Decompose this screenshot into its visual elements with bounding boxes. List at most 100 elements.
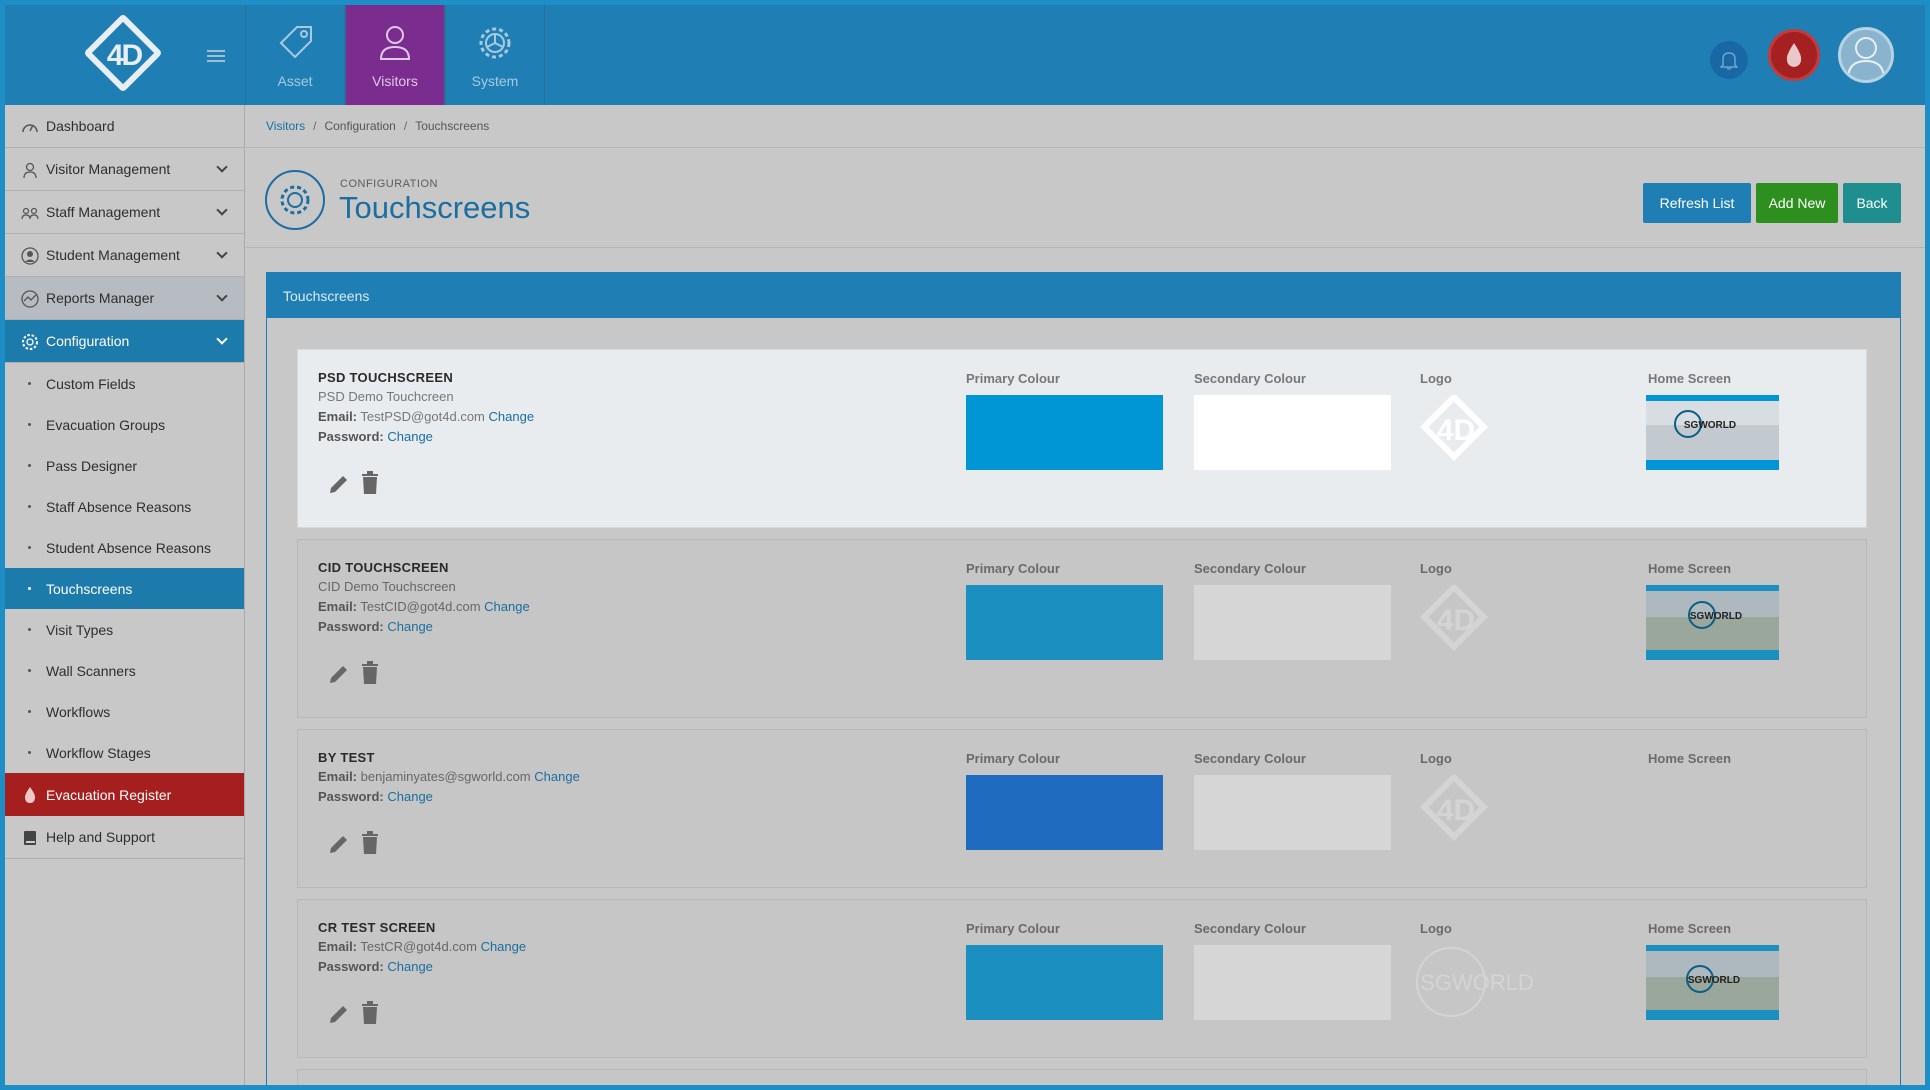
sidebar-item-configuration[interactable]: Configuration <box>5 320 244 363</box>
logo[interactable]: 4D <box>5 5 245 105</box>
home-screen-label: Home Screen <box>1648 921 1732 936</box>
delete-trash-icon[interactable] <box>360 831 380 855</box>
refresh-list-button[interactable]: Refresh List <box>1643 183 1751 223</box>
notifications-button[interactable] <box>1710 41 1748 79</box>
sidebar-item-evacuation-register[interactable]: Evacuation Register <box>5 773 244 816</box>
touchscreen-card[interactable]: CR TEST SCREEN Email: TestCR@got4d.com C… <box>297 899 1867 1058</box>
change-email-link[interactable]: Change <box>489 409 535 424</box>
touchscreen-name: CID TOUCHSCREEN <box>318 560 449 575</box>
sidebar-item-help-support[interactable]: Help and Support <box>5 816 244 859</box>
touchscreen-card[interactable]: BY TEST Email: benjaminyates@sgworld.com… <box>297 729 1867 888</box>
touchscreen-email: Email: TestCR@got4d.com Change <box>318 939 526 954</box>
hamburger-menu-icon[interactable] <box>207 50 225 62</box>
delete-trash-icon[interactable] <box>360 471 380 495</box>
sidebar-subitem-custom-fields[interactable]: Custom Fields <box>5 363 244 404</box>
module-tab-label: Asset <box>277 73 313 89</box>
change-email-link[interactable]: Change <box>534 769 580 784</box>
breadcrumb-configuration: Configuration <box>324 119 396 133</box>
card-actions <box>326 831 386 857</box>
touchscreen-card[interactable]: CID TOUCHSCREEN CID Demo Touchscreen Ema… <box>297 539 1867 718</box>
password-label: Password: <box>318 619 384 634</box>
edit-pencil-icon[interactable] <box>326 831 352 857</box>
sidebar-subitem-visit-types[interactable]: Visit Types <box>5 609 244 650</box>
touchscreen-card[interactable]: PSD TOUCHSCREEN PSD Demo Touchcreen Emai… <box>297 349 1867 528</box>
breadcrumb-separator: / <box>313 119 317 133</box>
delete-trash-icon[interactable] <box>360 661 380 685</box>
logo-preview-text: 4D <box>1437 414 1475 447</box>
page-title: Touchscreens <box>339 190 531 225</box>
module-tab-visitors[interactable]: Visitors <box>345 5 445 105</box>
sidebar-subitem-workflows[interactable]: Workflows <box>5 691 244 732</box>
sidebar-item-reports-manager[interactable]: Reports Manager <box>5 277 244 320</box>
email-value: TestCR@got4d.com <box>360 939 477 954</box>
change-password-link[interactable]: Change <box>387 429 433 444</box>
home-screen-text: SGWORLD <box>1690 611 1742 622</box>
chevron-down-icon <box>216 247 228 259</box>
touchscreen-name: BY TEST <box>318 750 375 765</box>
breadcrumb-separator: / <box>403 119 408 133</box>
sidebar-subitem-student-absence-reasons[interactable]: Student Absence Reasons <box>5 527 244 568</box>
sidebar-subitem-touchscreens[interactable]: Touchscreens <box>5 568 244 609</box>
sidebar-subitem-evacuation-groups[interactable]: Evacuation Groups <box>5 404 244 445</box>
delete-trash-icon[interactable] <box>360 1001 380 1025</box>
card-actions <box>326 1001 386 1027</box>
secondary-colour-swatch <box>1194 395 1391 470</box>
sidebar-item-label: Help and Support <box>46 829 155 845</box>
back-button[interactable]: Back <box>1843 183 1901 223</box>
chevron-down-icon <box>216 204 228 216</box>
touchscreen-name: CR TEST SCREEN <box>318 920 436 935</box>
chevron-down-icon <box>216 290 228 302</box>
sidebar-item-student-management[interactable]: Student Management <box>5 234 244 277</box>
evacuation-alert-button[interactable] <box>1768 29 1820 81</box>
touchscreen-card-partial <box>297 1069 1867 1085</box>
logo-preview: 4D <box>1415 583 1495 660</box>
sidebar-item-dashboard[interactable]: Dashboard <box>5 105 244 148</box>
user-avatar-button[interactable] <box>1838 27 1894 83</box>
gear-icon <box>22 334 38 350</box>
sidebar-subitem-wall-scanners[interactable]: Wall Scanners <box>5 650 244 691</box>
flame-icon <box>1786 43 1802 67</box>
sidebar-subitem-workflow-stages[interactable]: Workflow Stages <box>5 732 244 773</box>
touchscreen-description: CID Demo Touchscreen <box>318 579 456 594</box>
home-screen-preview: SGWORLD <box>1646 395 1779 470</box>
sidebar-item-staff-management[interactable]: Staff Management <box>5 191 244 234</box>
module-tab-system[interactable]: System <box>445 5 545 105</box>
secondary-colour-label: Secondary Colour <box>1194 561 1306 576</box>
change-email-link[interactable]: Change <box>484 599 530 614</box>
module-tab-label: Visitors <box>372 73 418 89</box>
secondary-colour-label: Secondary Colour <box>1194 371 1306 386</box>
module-tab-asset[interactable]: Asset <box>245 5 345 105</box>
page-subtitle: CONFIGURATION <box>340 178 438 190</box>
change-password-link[interactable]: Change <box>387 789 433 804</box>
secondary-colour-swatch <box>1194 585 1391 660</box>
logo-preview: 4D <box>1415 773 1495 850</box>
email-label: Email: <box>318 409 358 424</box>
avatar-icon <box>1847 37 1885 79</box>
touchscreen-description: PSD Demo Touchcreen <box>318 389 454 404</box>
breadcrumb-visitors[interactable]: Visitors <box>266 119 305 133</box>
logo-preview-text: 4D <box>1437 794 1475 827</box>
change-password-link[interactable]: Change <box>387 959 433 974</box>
change-password-link[interactable]: Change <box>387 619 433 634</box>
sidebar-subitem-pass-designer[interactable]: Pass Designer <box>5 445 244 486</box>
sidebar-item-label: Reports Manager <box>46 290 155 306</box>
tag-icon <box>279 26 312 59</box>
logo-preview: SGWORLD <box>1415 945 1535 1020</box>
sidebar-subitem-staff-absence-reasons[interactable]: Staff Absence Reasons <box>5 486 244 527</box>
primary-colour-swatch <box>966 395 1163 470</box>
sidebar-item-visitor-management[interactable]: Visitor Management <box>5 148 244 191</box>
edit-pencil-icon[interactable] <box>326 661 352 687</box>
change-email-link[interactable]: Change <box>481 939 527 954</box>
edit-pencil-icon[interactable] <box>326 1001 352 1027</box>
logo-preview: 4D <box>1415 393 1495 470</box>
logo-preview-text: 4D <box>1437 604 1475 637</box>
logo-label: Logo <box>1420 751 1452 766</box>
book-icon <box>24 831 36 845</box>
primary-colour-swatch <box>966 775 1163 850</box>
chevron-down-icon <box>216 161 228 173</box>
logo-text: 4D <box>106 39 143 72</box>
touchscreen-email: Email: benjaminyates@sgworld.com Change <box>318 769 580 784</box>
add-new-button[interactable]: Add New <box>1756 183 1838 223</box>
dashboard-icon <box>22 124 38 133</box>
edit-pencil-icon[interactable] <box>326 471 352 497</box>
